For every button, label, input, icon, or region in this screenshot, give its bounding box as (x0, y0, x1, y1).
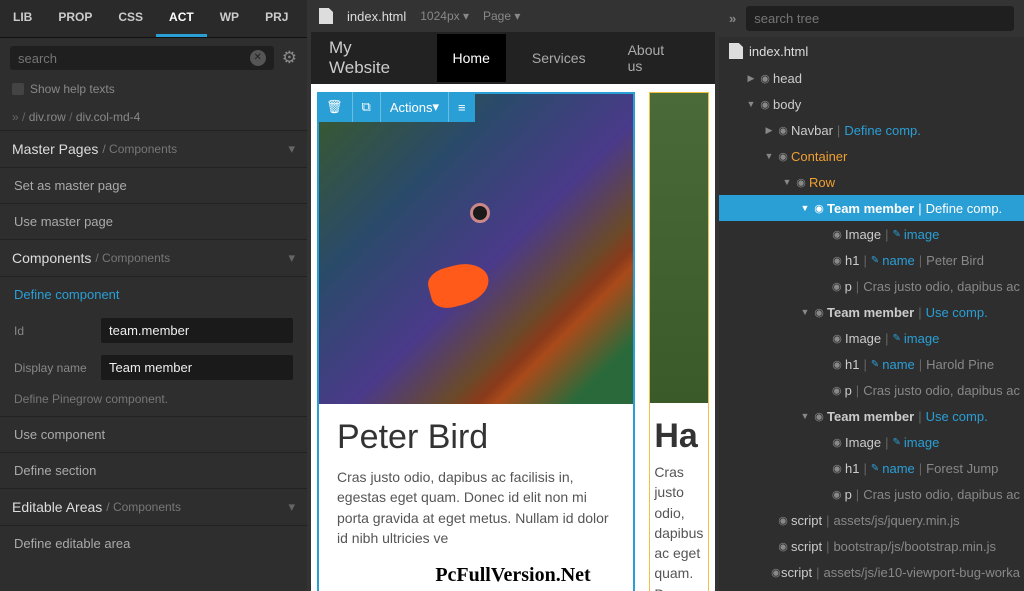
breadcrumb: » / div.row / div.col-md-4 (0, 104, 307, 130)
tree-node-row[interactable]: ▼◉Row (719, 169, 1024, 195)
menu-icon[interactable]: ≡ (449, 92, 475, 122)
team-member-card[interactable]: 🗑 ⧉ Actions ▾ ≡ Peter Bird Cras justo od… (317, 92, 635, 591)
nav-home[interactable]: Home (437, 34, 506, 82)
tree-node-team-1[interactable]: ▼◉Team member|Define comp. (719, 195, 1024, 221)
tree-node-script[interactable]: ◉script|bootstrap/js/bootstrap.min.js (719, 533, 1024, 559)
tree-node-team-2[interactable]: ▼◉Team member|Use comp. (719, 299, 1024, 325)
section-editable-areas[interactable]: Editable Areas / Components ▾ (0, 488, 307, 525)
left-panel: LIB PROP CSS ACT WP PRJ ✕ ⚙ Show help te… (0, 0, 307, 591)
tree-node-h1[interactable]: ◉h1|✎name|Forest Jump (719, 455, 1024, 481)
tree-node-team-3[interactable]: ▼◉Team member|Use comp. (719, 403, 1024, 429)
search-box: ✕ (10, 46, 274, 70)
card-title[interactable]: Ha (650, 403, 708, 462)
define-editable-area[interactable]: Define editable area (0, 525, 307, 561)
page-width[interactable]: 1024px ▾ (420, 9, 469, 23)
card-text[interactable]: Cras justo odio, dapibus ac eget quam. D… (650, 462, 708, 591)
tab-prj[interactable]: PRJ (252, 0, 301, 37)
page-menu[interactable]: Page ▾ (483, 9, 520, 23)
tree-node-navbar[interactable]: ▶◉Navbar|Define comp. (719, 117, 1024, 143)
tree-file[interactable]: index.html (719, 37, 1024, 65)
page-bar: index.html 1024px ▾ Page ▾ (307, 0, 719, 32)
chevron-down-icon: ▾ (288, 141, 295, 157)
component-hint: Define Pinegrow component. (0, 386, 307, 416)
page-preview: My Website Home Services About us 🗑 ⧉ Ac… (311, 32, 715, 591)
set-master-page[interactable]: Set as master page (0, 167, 307, 203)
tree-node-p[interactable]: ◉p|Cras justo odio, dapibus ac (719, 273, 1024, 299)
card-image[interactable] (319, 94, 633, 404)
preview-panel: index.html 1024px ▾ Page ▾ My Website Ho… (307, 0, 719, 591)
section-components[interactable]: Components / Components ▾ (0, 239, 307, 276)
team-member-card-2[interactable]: Ha Cras justo odio, dapibus ac eget quam… (649, 92, 709, 591)
panel-tabs: LIB PROP CSS ACT WP PRJ (0, 0, 307, 38)
use-master-page[interactable]: Use master page (0, 203, 307, 239)
tab-css[interactable]: CSS (105, 0, 156, 37)
actions-dropdown[interactable]: Actions ▾ (381, 92, 449, 122)
tree-node-image[interactable]: ◉Image|✎image (719, 221, 1024, 247)
chevron-down-icon: ▾ (288, 499, 295, 515)
tree-node-image[interactable]: ◉Image|✎image (719, 325, 1024, 351)
tree-node-p[interactable]: ◉p|Cras justo odio, dapibus ac (719, 377, 1024, 403)
nav-about[interactable]: About us (612, 32, 697, 90)
page-filename[interactable]: index.html (347, 9, 406, 24)
duplicate-icon[interactable]: ⧉ (353, 92, 381, 122)
nav-services[interactable]: Services (516, 34, 602, 82)
card-image[interactable] (650, 93, 708, 403)
file-icon (319, 8, 333, 24)
gear-icon[interactable]: ⚙ (282, 48, 297, 68)
search-input[interactable] (18, 51, 250, 66)
tab-lib[interactable]: LIB (0, 0, 45, 37)
display-name-label: Display name (14, 361, 91, 375)
help-checkbox[interactable] (12, 83, 24, 95)
id-field[interactable] (101, 318, 293, 343)
tab-act[interactable]: ACT (156, 0, 207, 37)
tab-wp[interactable]: WP (207, 0, 252, 37)
crumb-col[interactable]: div.col-md-4 (76, 110, 140, 124)
tree-node-p[interactable]: ◉p|Cras justo odio, dapibus ac (719, 481, 1024, 507)
define-component[interactable]: Define component (0, 276, 307, 312)
brand[interactable]: My Website (329, 38, 415, 78)
define-section[interactable]: Define section (0, 452, 307, 488)
card-title[interactable]: Peter Bird (337, 418, 615, 457)
tree-search-input[interactable] (746, 6, 1014, 31)
tree-node-head[interactable]: ▶◉head (719, 65, 1024, 91)
help-label: Show help texts (30, 82, 115, 96)
display-name-field[interactable] (101, 355, 293, 380)
id-label: Id (14, 324, 91, 338)
card-text[interactable]: Cras justo odio, dapibus ac facilisis in… (337, 467, 615, 548)
clear-search-icon[interactable]: ✕ (250, 50, 266, 66)
chevron-down-icon: ▾ (288, 250, 295, 266)
trash-icon[interactable]: 🗑 (317, 92, 353, 122)
tree-node-body[interactable]: ▼◉body (719, 91, 1024, 117)
tree-node-script[interactable]: ◉script|assets/js/ie10-viewport-bug-work… (719, 559, 1024, 585)
crumb-row[interactable]: div.row (29, 110, 66, 124)
site-navbar: My Website Home Services About us (311, 32, 715, 84)
tree-panel: » index.html ▶◉head ▼◉body ▶◉Navbar|Defi… (719, 0, 1024, 591)
expand-icon[interactable]: » (729, 11, 736, 26)
watermark: PcFullVersion.Net (435, 564, 590, 587)
tree-node-h1[interactable]: ◉h1|✎name|Peter Bird (719, 247, 1024, 273)
tab-prop[interactable]: PROP (45, 0, 105, 37)
tree-node-image[interactable]: ◉Image|✎image (719, 429, 1024, 455)
tree-node-script[interactable]: ◉script|assets/js/jquery.min.js (719, 507, 1024, 533)
use-component[interactable]: Use component (0, 416, 307, 452)
element-toolbar: 🗑 ⧉ Actions ▾ ≡ (317, 92, 475, 122)
tree-node-container[interactable]: ▼◉Container (719, 143, 1024, 169)
section-master-pages[interactable]: Master Pages / Components ▾ (0, 130, 307, 167)
file-icon (729, 43, 743, 59)
tree-node-h1[interactable]: ◉h1|✎name|Harold Pine (719, 351, 1024, 377)
